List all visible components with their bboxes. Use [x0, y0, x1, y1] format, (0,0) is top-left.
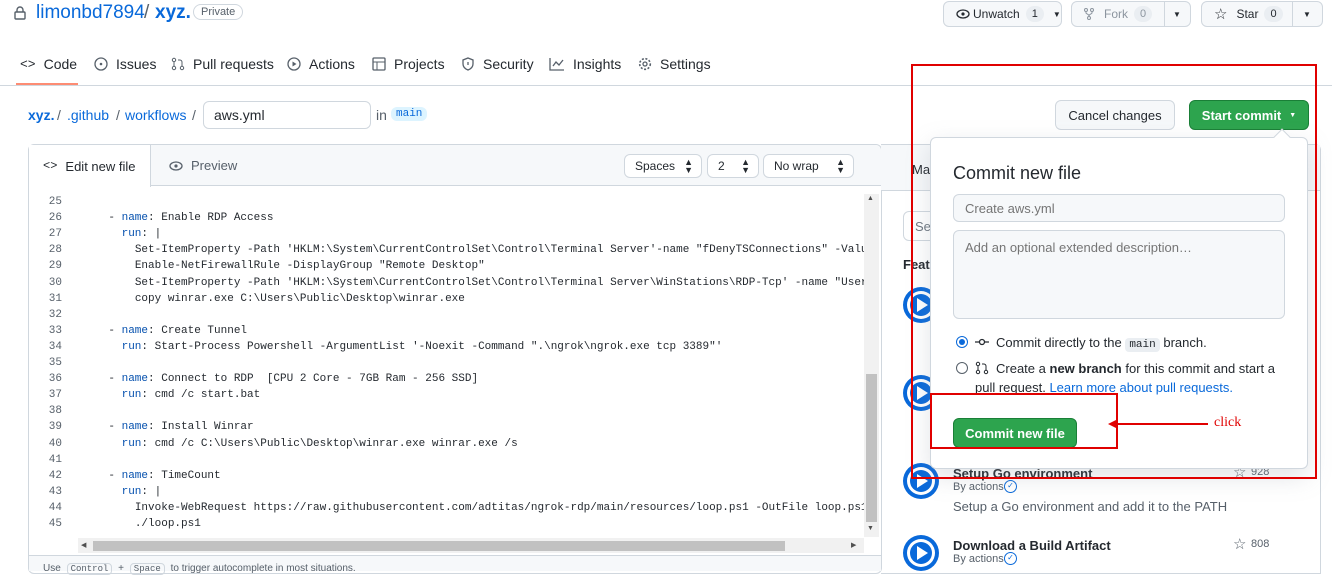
autocomplete-hint: Use Control + Space to trigger autocompl…	[43, 563, 356, 575]
line-number: 41	[48, 453, 62, 466]
scroll-down-icon[interactable]: ▼	[867, 525, 874, 532]
annotation-click-label: click	[1214, 415, 1242, 430]
line-number: 45	[48, 518, 62, 530]
line-number: 31	[48, 292, 62, 305]
eye-icon	[956, 9, 970, 19]
action-stars: 808	[1251, 538, 1270, 550]
code-line[interactable]: 41	[42, 454, 82, 470]
code-line[interactable]: 28 Set-ItemProperty -Path 'HKLM:\System\…	[42, 244, 864, 260]
code-line[interactable]: 25	[42, 196, 82, 212]
action-icon	[903, 535, 939, 571]
scroll-left-icon[interactable]: ◀	[81, 541, 86, 549]
code-area[interactable]: 25 26 - name: Enable RDP Access 27 run: | 2…	[0, 0, 864, 537]
line-number: 30	[48, 276, 62, 289]
annotation-button-box	[930, 393, 1118, 449]
verified-icon: ✓	[1004, 480, 1017, 493]
unwatch-button[interactable]: Unwatch 1 ▼	[943, 1, 1062, 27]
code-line[interactable]: 31 copy winrar.exe C:\Users\Public\Deskt…	[42, 293, 465, 309]
code-line[interactable]: 45 ./loop.ps1	[42, 518, 201, 534]
star-icon: ☆	[1233, 536, 1247, 553]
code-line[interactable]: 27 run: |	[42, 228, 161, 244]
scrollbar-thumb[interactable]	[866, 374, 877, 522]
action-title[interactable]: Download a Build Artifact	[953, 538, 1111, 553]
fork-button[interactable]: Fork 0 ▼	[1071, 1, 1191, 27]
action-description: Setup a Go environment and add it to the…	[953, 499, 1228, 514]
action-author: By actions	[953, 553, 1004, 565]
line-number: 33	[48, 324, 62, 337]
scroll-up-icon[interactable]: ▲	[867, 195, 874, 202]
chevron-down-icon: ▼	[1052, 9, 1061, 19]
fork-count: 0	[1134, 6, 1153, 22]
line-number: 28	[48, 244, 62, 257]
code-line[interactable]: 37 run: cmd /c start.bat	[42, 389, 260, 405]
chevron-down-icon: ▼	[1173, 10, 1181, 19]
code-line[interactable]: 36 - name: Connect to RDP [CPU 2 Core - …	[42, 373, 478, 389]
line-number: 26	[48, 212, 62, 225]
unwatch-label: Unwatch	[973, 7, 1020, 21]
line-number: 38	[48, 405, 62, 418]
line-number: 44	[48, 501, 62, 514]
line-number: 37	[48, 389, 62, 402]
code-line[interactable]: 39 - name: Install Winrar	[42, 421, 254, 437]
star-label: Star	[1236, 7, 1259, 21]
line-number: 39	[48, 421, 62, 434]
code-line[interactable]: 26 - name: Enable RDP Access	[42, 212, 274, 228]
chevron-down-icon: ▼	[1303, 10, 1311, 19]
action-author: By actions	[953, 481, 1004, 493]
star-icon: ☆	[1214, 6, 1228, 23]
code-line[interactable]: 32	[42, 309, 82, 325]
line-number: 42	[48, 469, 62, 482]
line-number: 43	[48, 485, 62, 498]
fork-icon	[1084, 8, 1094, 20]
line-number: 36	[48, 373, 62, 386]
code-line[interactable]: 33 - name: Create Tunnel	[42, 325, 247, 341]
line-number: 34	[48, 340, 62, 353]
code-line[interactable]: 38	[42, 405, 82, 421]
fork-label: Fork	[1104, 7, 1128, 21]
code-line[interactable]: 44 Invoke-WebRequest https://raw.githubu…	[42, 502, 864, 518]
star-button[interactable]: ☆ Star 0 ▼	[1201, 1, 1323, 27]
line-number: 32	[48, 308, 62, 321]
line-number: 27	[48, 228, 62, 241]
line-number: 40	[48, 437, 62, 450]
code-line[interactable]: 35	[42, 357, 82, 373]
watch-count: 1	[1025, 6, 1044, 22]
scrollbar-thumb[interactable]	[93, 541, 785, 551]
line-number: 25	[48, 196, 62, 208]
code-line[interactable]: 40 run: cmd /c C:\Users\Public\Desktop\w…	[42, 438, 518, 454]
code-line[interactable]: 34 run: Start-Process Powershell -Argume…	[42, 340, 723, 357]
code-line[interactable]: 30 Set-ItemProperty -Path 'HKLM:\System\…	[42, 277, 864, 293]
line-number: 35	[48, 357, 62, 369]
code-line[interactable]: 29 Enable-NetFirewallRule -DisplayGroup …	[42, 260, 485, 276]
code-line[interactable]: 42 - name: TimeCount	[42, 470, 221, 486]
line-number: 29	[48, 260, 62, 273]
code-line[interactable]: 43 run: |	[42, 486, 161, 502]
annotation-arrow-icon	[1108, 419, 1208, 429]
verified-icon: ✓	[1004, 552, 1017, 565]
star-count: 0	[1264, 6, 1283, 22]
scroll-right-icon[interactable]: ▶	[851, 541, 856, 549]
